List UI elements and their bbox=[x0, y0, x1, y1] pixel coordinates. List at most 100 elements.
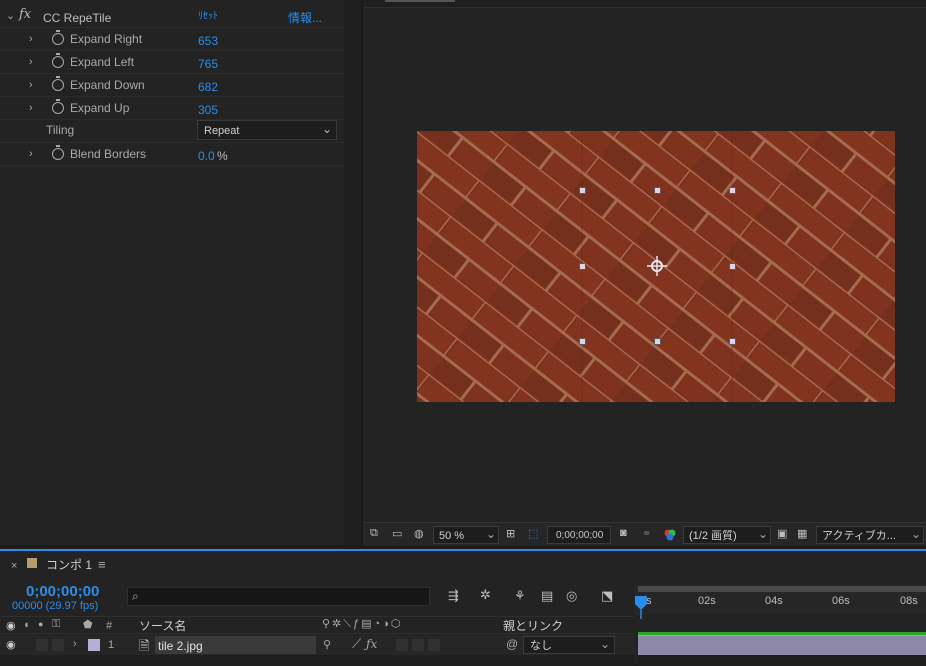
solo-icon[interactable]: ● bbox=[38, 619, 43, 629]
layer-row[interactable]: ◉ › 1 🗎 tile 2.jpg ⚲ ⟋ ƒx @ なし ⌄ bbox=[0, 635, 634, 655]
search-icon: ⌕ bbox=[132, 589, 139, 603]
show-snapshot-icon[interactable]: ⚭ bbox=[642, 527, 651, 543]
shy-layers-icon[interactable]: ⚘ bbox=[514, 588, 526, 604]
param-value[interactable]: 682 bbox=[198, 81, 218, 93]
solo-toggle[interactable] bbox=[36, 639, 48, 651]
param-row-tiling: Tiling Repeat ⌄ bbox=[0, 120, 344, 143]
camera-value: アクティブカ... bbox=[822, 530, 896, 542]
effect-name: CC RepeTile bbox=[43, 11, 112, 25]
tiling-dropdown[interactable]: Repeat ⌄ bbox=[197, 120, 337, 140]
grid-guides-icon[interactable]: ⊞ bbox=[506, 527, 515, 543]
stopwatch-icon[interactable] bbox=[52, 99, 64, 114]
transform-handle[interactable] bbox=[729, 338, 736, 345]
tiling-value: Repeat bbox=[204, 125, 240, 137]
effect-switch-icon[interactable]: ƒx bbox=[366, 637, 377, 651]
region-of-interest-icon[interactable]: ⬚ bbox=[528, 527, 538, 543]
layer-color-label[interactable] bbox=[88, 639, 100, 651]
frame-blend-switch[interactable] bbox=[396, 639, 408, 651]
close-tab-icon[interactable]: × bbox=[11, 561, 17, 572]
stopwatch-icon[interactable] bbox=[52, 53, 64, 68]
param-label: Expand Up bbox=[70, 101, 130, 115]
param-row-expand-down: › Expand Down 682 bbox=[0, 74, 344, 97]
viewer-tab-strip bbox=[363, 0, 926, 8]
parent-dropdown[interactable]: なし ⌄ bbox=[523, 636, 615, 654]
timecode-field[interactable]: 0;00;00;00 bbox=[547, 526, 611, 544]
param-row-expand-right: › Expand Right 653 bbox=[0, 28, 344, 51]
layer-list-empty-area bbox=[0, 655, 634, 666]
lock-icon[interactable]: ⚿ bbox=[52, 618, 60, 631]
draft-3d-icon[interactable]: ✲ bbox=[480, 587, 491, 603]
transform-handle[interactable] bbox=[654, 187, 661, 194]
expand-arrow-icon[interactable]: › bbox=[73, 638, 77, 650]
expand-arrow-icon[interactable]: › bbox=[29, 79, 33, 91]
effect-header-row: ⌄ fx CC RepeTile ﾘｾｯﾄ 情報... bbox=[0, 6, 344, 28]
eye-icon[interactable]: ◉ bbox=[6, 638, 16, 651]
snapshot-icon[interactable]: ◙ bbox=[620, 527, 627, 543]
effect-controls-scrollbar[interactable] bbox=[344, 0, 361, 545]
param-row-blend-borders: › Blend Borders 0.0 % bbox=[0, 143, 344, 166]
zoom-dropdown[interactable]: 50 % ⌄ bbox=[433, 526, 499, 544]
panel-menu-icon[interactable]: ≡ bbox=[98, 558, 106, 571]
fx-toggle-icon[interactable]: fx bbox=[19, 8, 31, 21]
layer-name-field[interactable]: tile 2.jpg bbox=[155, 636, 316, 654]
mask-visibility-icon[interactable]: ◍ bbox=[414, 527, 424, 543]
transform-handle[interactable] bbox=[729, 187, 736, 194]
expand-arrow-icon[interactable]: › bbox=[29, 102, 33, 114]
color-channel-icon[interactable] bbox=[663, 528, 677, 542]
graph-editor-icon[interactable]: ⬔ bbox=[601, 588, 613, 604]
quality-switch-icon[interactable]: ⟋ bbox=[352, 636, 361, 652]
motion-blur-switch[interactable] bbox=[412, 639, 424, 651]
transform-handle[interactable] bbox=[729, 263, 736, 270]
frame-blending-icon[interactable]: ▤ bbox=[541, 588, 553, 604]
transform-handle[interactable] bbox=[654, 338, 661, 345]
work-area-bar[interactable] bbox=[638, 586, 926, 592]
transparency-grid-icon[interactable]: ▦ bbox=[797, 527, 807, 543]
layer-name: tile 2.jpg bbox=[158, 639, 203, 653]
transform-handle[interactable] bbox=[579, 338, 586, 345]
param-row-expand-up: › Expand Up 305 bbox=[0, 97, 344, 120]
motion-blur-icon[interactable]: ◎ bbox=[566, 588, 577, 604]
zoom-value: 50 % bbox=[439, 530, 465, 542]
layer-column-headers: ◉ ◖ ● ⚿ ⬟ # ソース名 ⚲✲⟍ƒ▤◔◑⬡ 親とリンク bbox=[0, 616, 634, 634]
param-value[interactable]: 305 bbox=[198, 104, 218, 116]
layer-duration-bar[interactable] bbox=[638, 635, 926, 655]
transform-handle[interactable] bbox=[579, 187, 586, 194]
expand-arrow-icon[interactable]: › bbox=[29, 148, 33, 160]
camera-dropdown[interactable]: アクティブカ... ⌄ bbox=[816, 526, 924, 544]
anchor-point-icon[interactable] bbox=[647, 256, 667, 276]
param-label: Tiling bbox=[46, 123, 75, 137]
stopwatch-icon[interactable] bbox=[52, 76, 64, 91]
shy-switch-icon[interactable]: ⚲ bbox=[323, 638, 331, 651]
adjustment-switch[interactable] bbox=[428, 639, 440, 651]
lock-toggle[interactable] bbox=[52, 639, 64, 651]
audio-icon[interactable]: ◖ bbox=[23, 619, 30, 631]
stopwatch-icon[interactable] bbox=[52, 145, 64, 160]
label-tag-icon[interactable]: ⬟ bbox=[83, 618, 93, 631]
source-name-header[interactable]: ソース名 bbox=[139, 620, 186, 632]
chevron-down-icon: ⌄ bbox=[911, 527, 922, 541]
collapse-icon[interactable]: ⌄ bbox=[6, 9, 15, 22]
transform-handle[interactable] bbox=[579, 263, 586, 270]
parent-link-header[interactable]: 親とリンク bbox=[503, 620, 563, 632]
composition-mini-flowchart-icon[interactable]: ⇶ bbox=[448, 588, 459, 604]
reset-link[interactable]: ﾘｾｯﾄ bbox=[198, 12, 218, 22]
param-label: Blend Borders bbox=[70, 147, 147, 161]
pick-whip-icon[interactable]: @ bbox=[506, 637, 518, 651]
layer-search-box[interactable]: ⌕ bbox=[127, 587, 430, 606]
expand-arrow-icon[interactable]: › bbox=[29, 33, 33, 45]
stopwatch-icon[interactable] bbox=[52, 30, 64, 45]
expand-arrow-icon[interactable]: › bbox=[29, 56, 33, 68]
monitor-icon[interactable]: ▭ bbox=[392, 527, 402, 543]
current-time-display[interactable]: 0;00;00;00 bbox=[26, 584, 99, 599]
layer-search-input[interactable] bbox=[148, 589, 418, 603]
always-preview-icon[interactable]: ⧉ bbox=[370, 527, 378, 543]
time-ruler[interactable]: 0s 02s 04s 06s 08s bbox=[634, 584, 926, 614]
param-value[interactable]: 653 bbox=[198, 35, 218, 47]
comp-tab-name[interactable]: コンポ 1 bbox=[46, 559, 92, 571]
param-value[interactable]: 765 bbox=[198, 58, 218, 70]
resolution-dropdown[interactable]: (1/2 画質) ⌄ bbox=[683, 526, 771, 544]
fast-preview-icon[interactable]: ▣ bbox=[777, 527, 787, 543]
info-link[interactable]: 情報... bbox=[288, 12, 322, 24]
eye-icon[interactable]: ◉ bbox=[6, 619, 16, 632]
param-value[interactable]: 0.0 bbox=[198, 150, 215, 162]
